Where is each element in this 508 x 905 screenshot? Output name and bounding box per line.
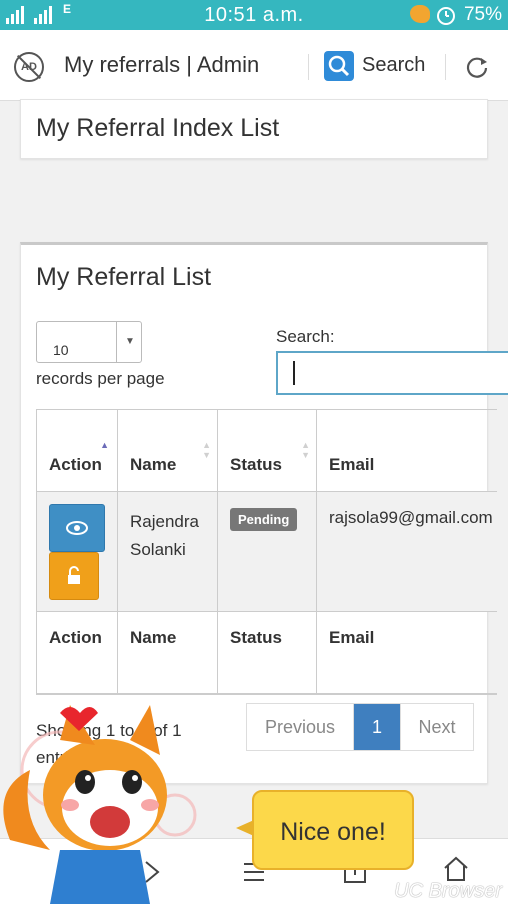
browser-bar: AD My referrals | Admin Search (0, 30, 508, 101)
table-row-name-cell: Rajendra Solanki (118, 492, 218, 612)
referral-name: Rajendra Solanki (130, 512, 199, 559)
uc-squirrel-icon (410, 5, 430, 23)
pagination: Previous 1 Next (246, 703, 474, 751)
page-size-value: 10 (53, 342, 69, 358)
previous-page-button[interactable]: Previous (247, 704, 354, 750)
column-footer-action: Action (37, 612, 118, 694)
referral-table: Action ▲ Name ▲▼ Status ▲▼ Email ▲▼ Raje… (36, 409, 497, 695)
select-arrow-box: ▼ (116, 322, 141, 362)
sort-icon: ▲▼ (202, 440, 211, 460)
refresh-icon[interactable] (464, 54, 490, 80)
view-button[interactable] (49, 504, 105, 552)
referral-list-title: My Referral List (36, 263, 212, 291)
text-caret (293, 361, 295, 385)
speech-bubble-text: Nice one! (280, 818, 386, 846)
status-bar: E 10:51 a.m. 75% (0, 0, 508, 30)
column-footer-status: Status (218, 612, 317, 694)
battery-level: 75% (463, 4, 502, 25)
search-input[interactable] (276, 351, 508, 395)
home-icon[interactable] (442, 855, 470, 883)
table-row-action-cell (37, 492, 118, 612)
ad-block-icon[interactable]: AD (14, 52, 44, 82)
search-icon[interactable] (324, 51, 354, 81)
divider (308, 54, 309, 80)
column-header-action[interactable]: Action ▲ (37, 410, 118, 492)
search-label: Search: (276, 327, 335, 346)
clock: 10:51 a.m. (204, 4, 304, 26)
eye-icon (66, 521, 88, 535)
column-header-email[interactable]: Email ▲▼ (317, 410, 497, 492)
uc-squirrel-mascot[interactable] (0, 700, 250, 904)
page-title[interactable]: My referrals | Admin (64, 52, 259, 78)
sort-icon: ▲ (100, 440, 109, 450)
column-header-status[interactable]: Status ▲ ▼ (218, 410, 317, 492)
chevron-down-icon: ▼ (125, 336, 135, 347)
sort-icon: ▲▼ (495, 440, 497, 460)
column-footer-name: Name (118, 612, 218, 694)
speech-bubble[interactable]: Nice one! (236, 790, 414, 870)
index-panel-title: My Referral Index List (36, 114, 280, 142)
referral-email: rajsola99@gmail.com (329, 508, 493, 527)
column-header-name[interactable]: Name ▲ ▼ (118, 410, 218, 492)
alarm-icon (437, 7, 455, 25)
records-per-page-label: records per page (36, 369, 165, 388)
column-footer-email: Email (317, 612, 497, 694)
table-row-status-cell: Pending (218, 492, 317, 612)
next-page-button[interactable]: Next (400, 704, 473, 750)
page-size-select[interactable]: 10 ▼ (36, 321, 142, 363)
sort-icon: ▲▼ (301, 440, 310, 460)
unlock-icon (68, 566, 80, 584)
unlock-button[interactable] (49, 552, 99, 600)
status-badge: Pending (230, 508, 298, 531)
page-1-button[interactable]: 1 (354, 704, 400, 750)
uc-browser-watermark: UC Browser (394, 880, 502, 902)
index-panel: My Referral Index List (20, 99, 488, 159)
table-row-email-cell: rajsola99@gmail.com (317, 492, 497, 612)
divider (445, 54, 446, 80)
search-button[interactable]: Search (362, 54, 425, 77)
